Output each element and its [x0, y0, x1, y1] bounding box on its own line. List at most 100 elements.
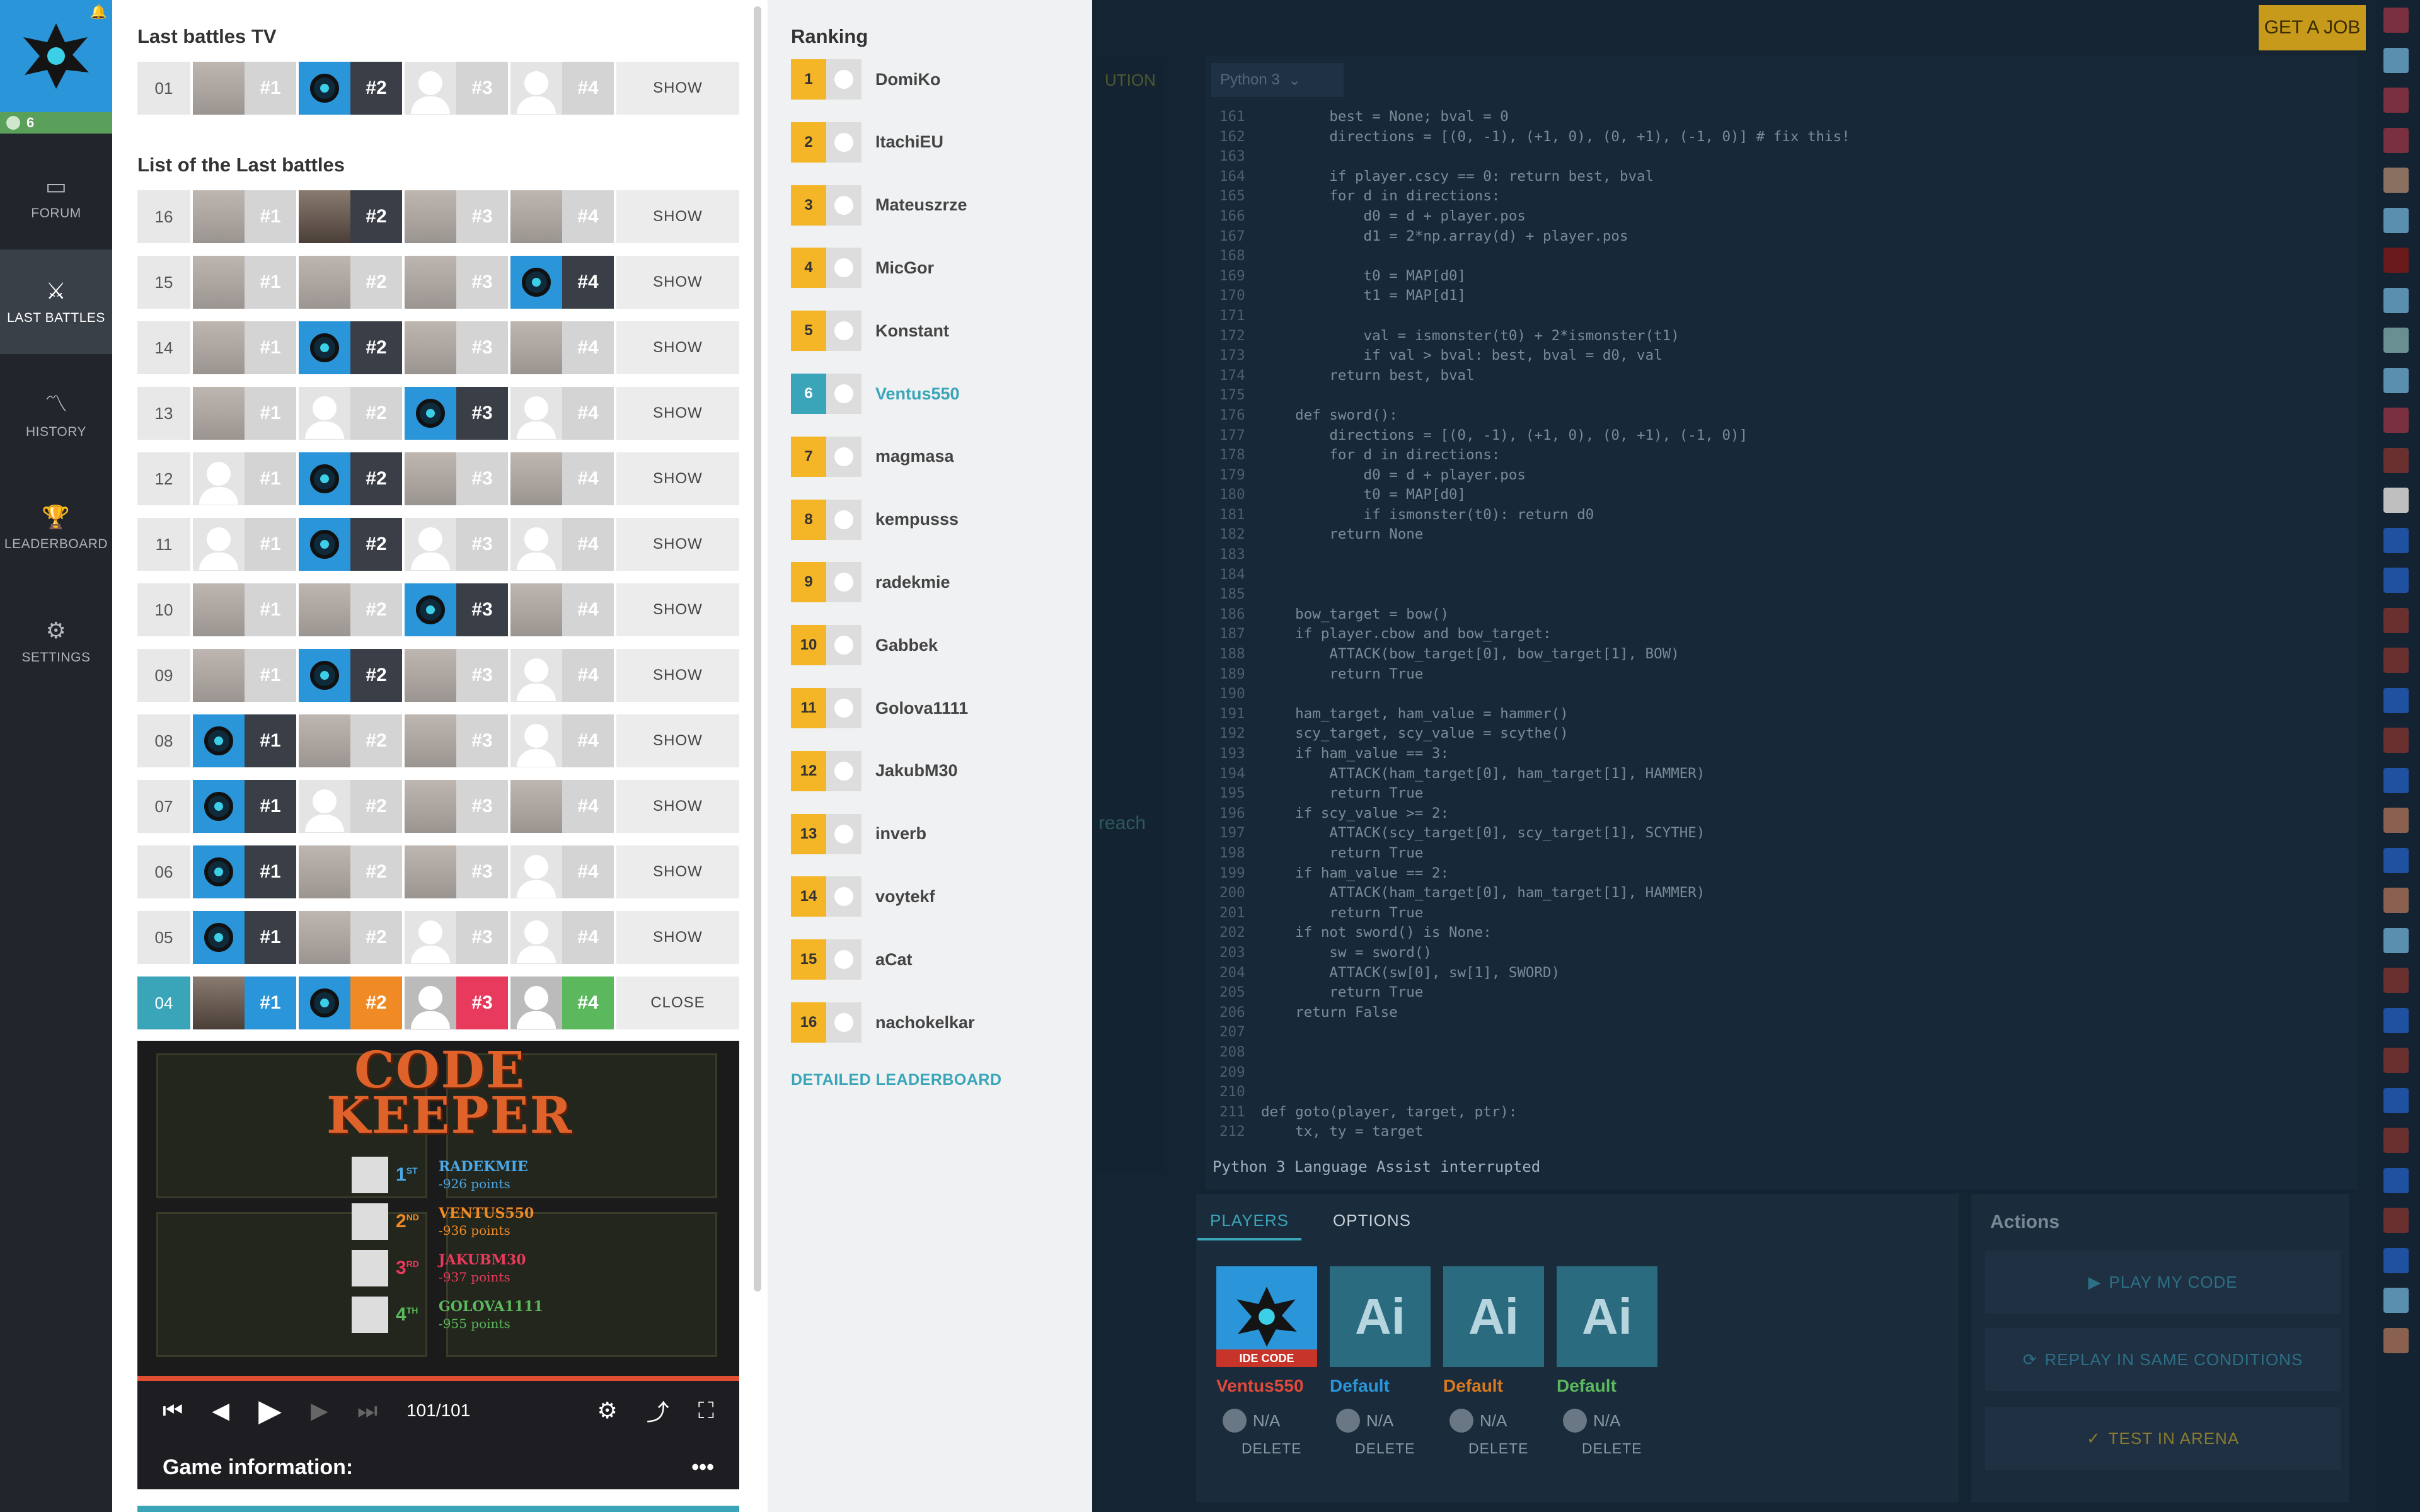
battle-row[interactable]: 13 #1 #2 #3 #4 SHOW — [137, 387, 739, 440]
nav-history[interactable]: 〽 HISTORY — [0, 360, 112, 465]
online-user-avatar[interactable] — [2383, 808, 2409, 833]
battle-player-slot[interactable]: #1 — [193, 256, 296, 309]
online-user-avatar[interactable] — [2383, 1128, 2409, 1153]
battle-player-slot[interactable]: #3 — [405, 452, 508, 505]
battle-player-slot[interactable]: #2 — [299, 387, 402, 440]
battle-player-slot[interactable]: #2 — [299, 714, 402, 767]
online-user-avatar[interactable] — [2383, 127, 2409, 153]
battle-player-slot[interactable]: #3 — [405, 256, 508, 309]
battle-player-slot[interactable]: #1 — [193, 583, 296, 636]
battle-row[interactable]: 07 #1 #2 #3 #4 SHOW — [137, 780, 739, 833]
battle-player-slot[interactable]: #3 — [405, 649, 508, 702]
share-icon[interactable]: ⤴ — [647, 1394, 669, 1427]
battle-player-slot[interactable]: #3 — [405, 780, 508, 833]
battle-player-slot[interactable]: #2 — [299, 62, 402, 115]
code-lines[interactable]: 161 best = None; bval = 0 162 directions … — [1219, 107, 2354, 1153]
online-user-avatar[interactable] — [2383, 568, 2409, 593]
ranking-row[interactable]: 10 Gabbek — [791, 625, 938, 666]
delete-player-button[interactable]: DELETE — [1242, 1440, 1301, 1457]
battle-row[interactable]: 08 #1 #2 #3 #4 SHOW — [137, 714, 739, 767]
battle-player-slot[interactable]: #2 — [299, 649, 402, 702]
battle-row[interactable]: 14 #1 #2 #3 #4 SHOW — [137, 321, 739, 374]
battle-player-slot[interactable]: #3 — [405, 62, 508, 115]
nav-forum[interactable]: ▭ FORUM — [0, 145, 112, 249]
ranking-row[interactable]: 4 MicGor — [791, 248, 934, 289]
ranking-row[interactable]: 12 JakubM30 — [791, 750, 958, 791]
detailed-leaderboard-link[interactable]: DETAILED LEADERBOARD — [791, 1071, 1002, 1089]
online-user-avatar[interactable] — [2383, 607, 2409, 633]
player-card[interactable]: Ai — [1557, 1266, 1657, 1367]
more-options-icon[interactable]: ••• — [691, 1455, 714, 1480]
battle-action-button[interactable]: SHOW — [616, 649, 739, 702]
test-in-arena-button[interactable]: ✓ TEST IN ARENA — [1985, 1407, 2341, 1470]
online-user-avatar[interactable] — [2383, 1007, 2409, 1033]
ranking-row[interactable]: 9 radekmie — [791, 562, 950, 603]
battle-row[interactable]: 16 #1 #2 #3 #4 SHOW — [137, 190, 739, 243]
battle-row[interactable]: 12 #1 #2 #3 #4 SHOW — [137, 452, 739, 505]
online-user-avatar[interactable] — [2383, 168, 2409, 193]
online-user-avatar[interactable] — [2383, 888, 2409, 913]
battle-player-slot[interactable]: #4 — [510, 845, 614, 898]
battle-player-slot[interactable]: #2 — [299, 976, 402, 1029]
ranking-row[interactable]: 6 Ventus550 — [791, 374, 960, 414]
battle-action-button[interactable]: SHOW — [616, 256, 739, 309]
battle-action-button[interactable]: SHOW — [616, 518, 739, 571]
battle-player-slot[interactable]: #4 — [510, 911, 614, 964]
online-user-avatar[interactable] — [2383, 1327, 2409, 1353]
battle-player-slot[interactable]: #3 — [405, 714, 508, 767]
battle-player-slot[interactable]: #3 — [405, 190, 508, 243]
online-user-avatar[interactable] — [2383, 248, 2409, 273]
battle-player-slot[interactable]: #4 — [510, 649, 614, 702]
battle-player-slot[interactable]: #2 — [299, 452, 402, 505]
skip-forward-icon[interactable]: ⏭ — [357, 1397, 377, 1424]
game-information[interactable]: Game information: ••• — [137, 1445, 739, 1489]
battle-player-slot[interactable]: #1 — [193, 62, 296, 115]
step-back-icon[interactable]: ◀ — [212, 1397, 229, 1424]
online-user-avatar[interactable] — [2383, 88, 2409, 113]
battle-row[interactable]: 09 #1 #2 #3 #4 SHOW — [137, 649, 739, 702]
ranking-row[interactable]: 14 voytekf — [791, 876, 935, 917]
online-user-avatar[interactable] — [2383, 1087, 2409, 1113]
ranking-row[interactable]: 1 DomiKo — [791, 59, 941, 100]
online-user-avatar[interactable] — [2383, 1247, 2409, 1273]
notification-bell-icon[interactable]: 🔔 — [90, 4, 107, 20]
battle-player-slot[interactable]: #4 — [510, 780, 614, 833]
online-user-avatar[interactable] — [2383, 767, 2409, 793]
battle-action-button[interactable]: SHOW — [616, 780, 739, 833]
nav-leaderboard[interactable]: 🏆 LEADERBOARD — [0, 476, 112, 580]
battle-player-slot[interactable]: #1 — [193, 518, 296, 571]
step-forward-icon[interactable]: ▶ — [311, 1397, 328, 1424]
battle-player-slot[interactable]: #4 — [510, 190, 614, 243]
online-user-avatar[interactable] — [2383, 408, 2409, 433]
online-user-avatar[interactable] — [2383, 927, 2409, 953]
nav-settings[interactable]: ⚙ SETTINGS — [0, 589, 112, 694]
battle-player-slot[interactable]: #2 — [299, 780, 402, 833]
battle-player-slot[interactable]: #2 — [299, 518, 402, 571]
battle-player-slot[interactable]: #4 — [510, 321, 614, 374]
battle-player-slot[interactable]: #2 — [299, 256, 402, 309]
battle-player-slot[interactable]: #3 — [405, 387, 508, 440]
battle-row[interactable]: 06 #1 #2 #3 #4 SHOW — [137, 845, 739, 898]
online-user-avatar[interactable] — [2383, 447, 2409, 473]
online-user-avatar[interactable] — [2383, 847, 2409, 873]
ranking-row[interactable]: 16 nachokelkar — [791, 1002, 975, 1043]
delete-player-button[interactable]: DELETE — [1355, 1440, 1415, 1457]
battle-row[interactable]: 01 #1 #2 #3 #4 SHOW — [137, 62, 739, 115]
battle-action-button[interactable]: SHOW — [616, 321, 739, 374]
player-card[interactable]: IDE CODE — [1216, 1266, 1317, 1367]
delete-player-button[interactable]: DELETE — [1468, 1440, 1528, 1457]
tab-players[interactable]: PLAYERS — [1197, 1203, 1302, 1240]
fullscreen-icon[interactable]: ⛶ — [698, 1397, 714, 1424]
player-card[interactable]: Ai — [1443, 1266, 1544, 1367]
battle-row[interactable]: 05 #1 #2 #3 #4 SHOW — [137, 911, 739, 964]
battle-player-slot[interactable]: #4 — [510, 583, 614, 636]
online-user-avatar[interactable] — [2383, 527, 2409, 553]
battle-row[interactable]: 11 #1 #2 #3 #4 SHOW — [137, 518, 739, 571]
battle-action-button[interactable]: SHOW — [616, 387, 739, 440]
battles-scrollbar[interactable] — [754, 6, 761, 1292]
ranking-row[interactable]: 3 Mateuszrze — [791, 185, 967, 226]
battle-row[interactable]: 15 #1 #2 #3 #4 SHOW — [137, 256, 739, 309]
battle-player-slot[interactable]: #3 — [405, 518, 508, 571]
battle-player-slot[interactable]: #2 — [299, 321, 402, 374]
battle-player-slot[interactable]: #3 — [405, 583, 508, 636]
